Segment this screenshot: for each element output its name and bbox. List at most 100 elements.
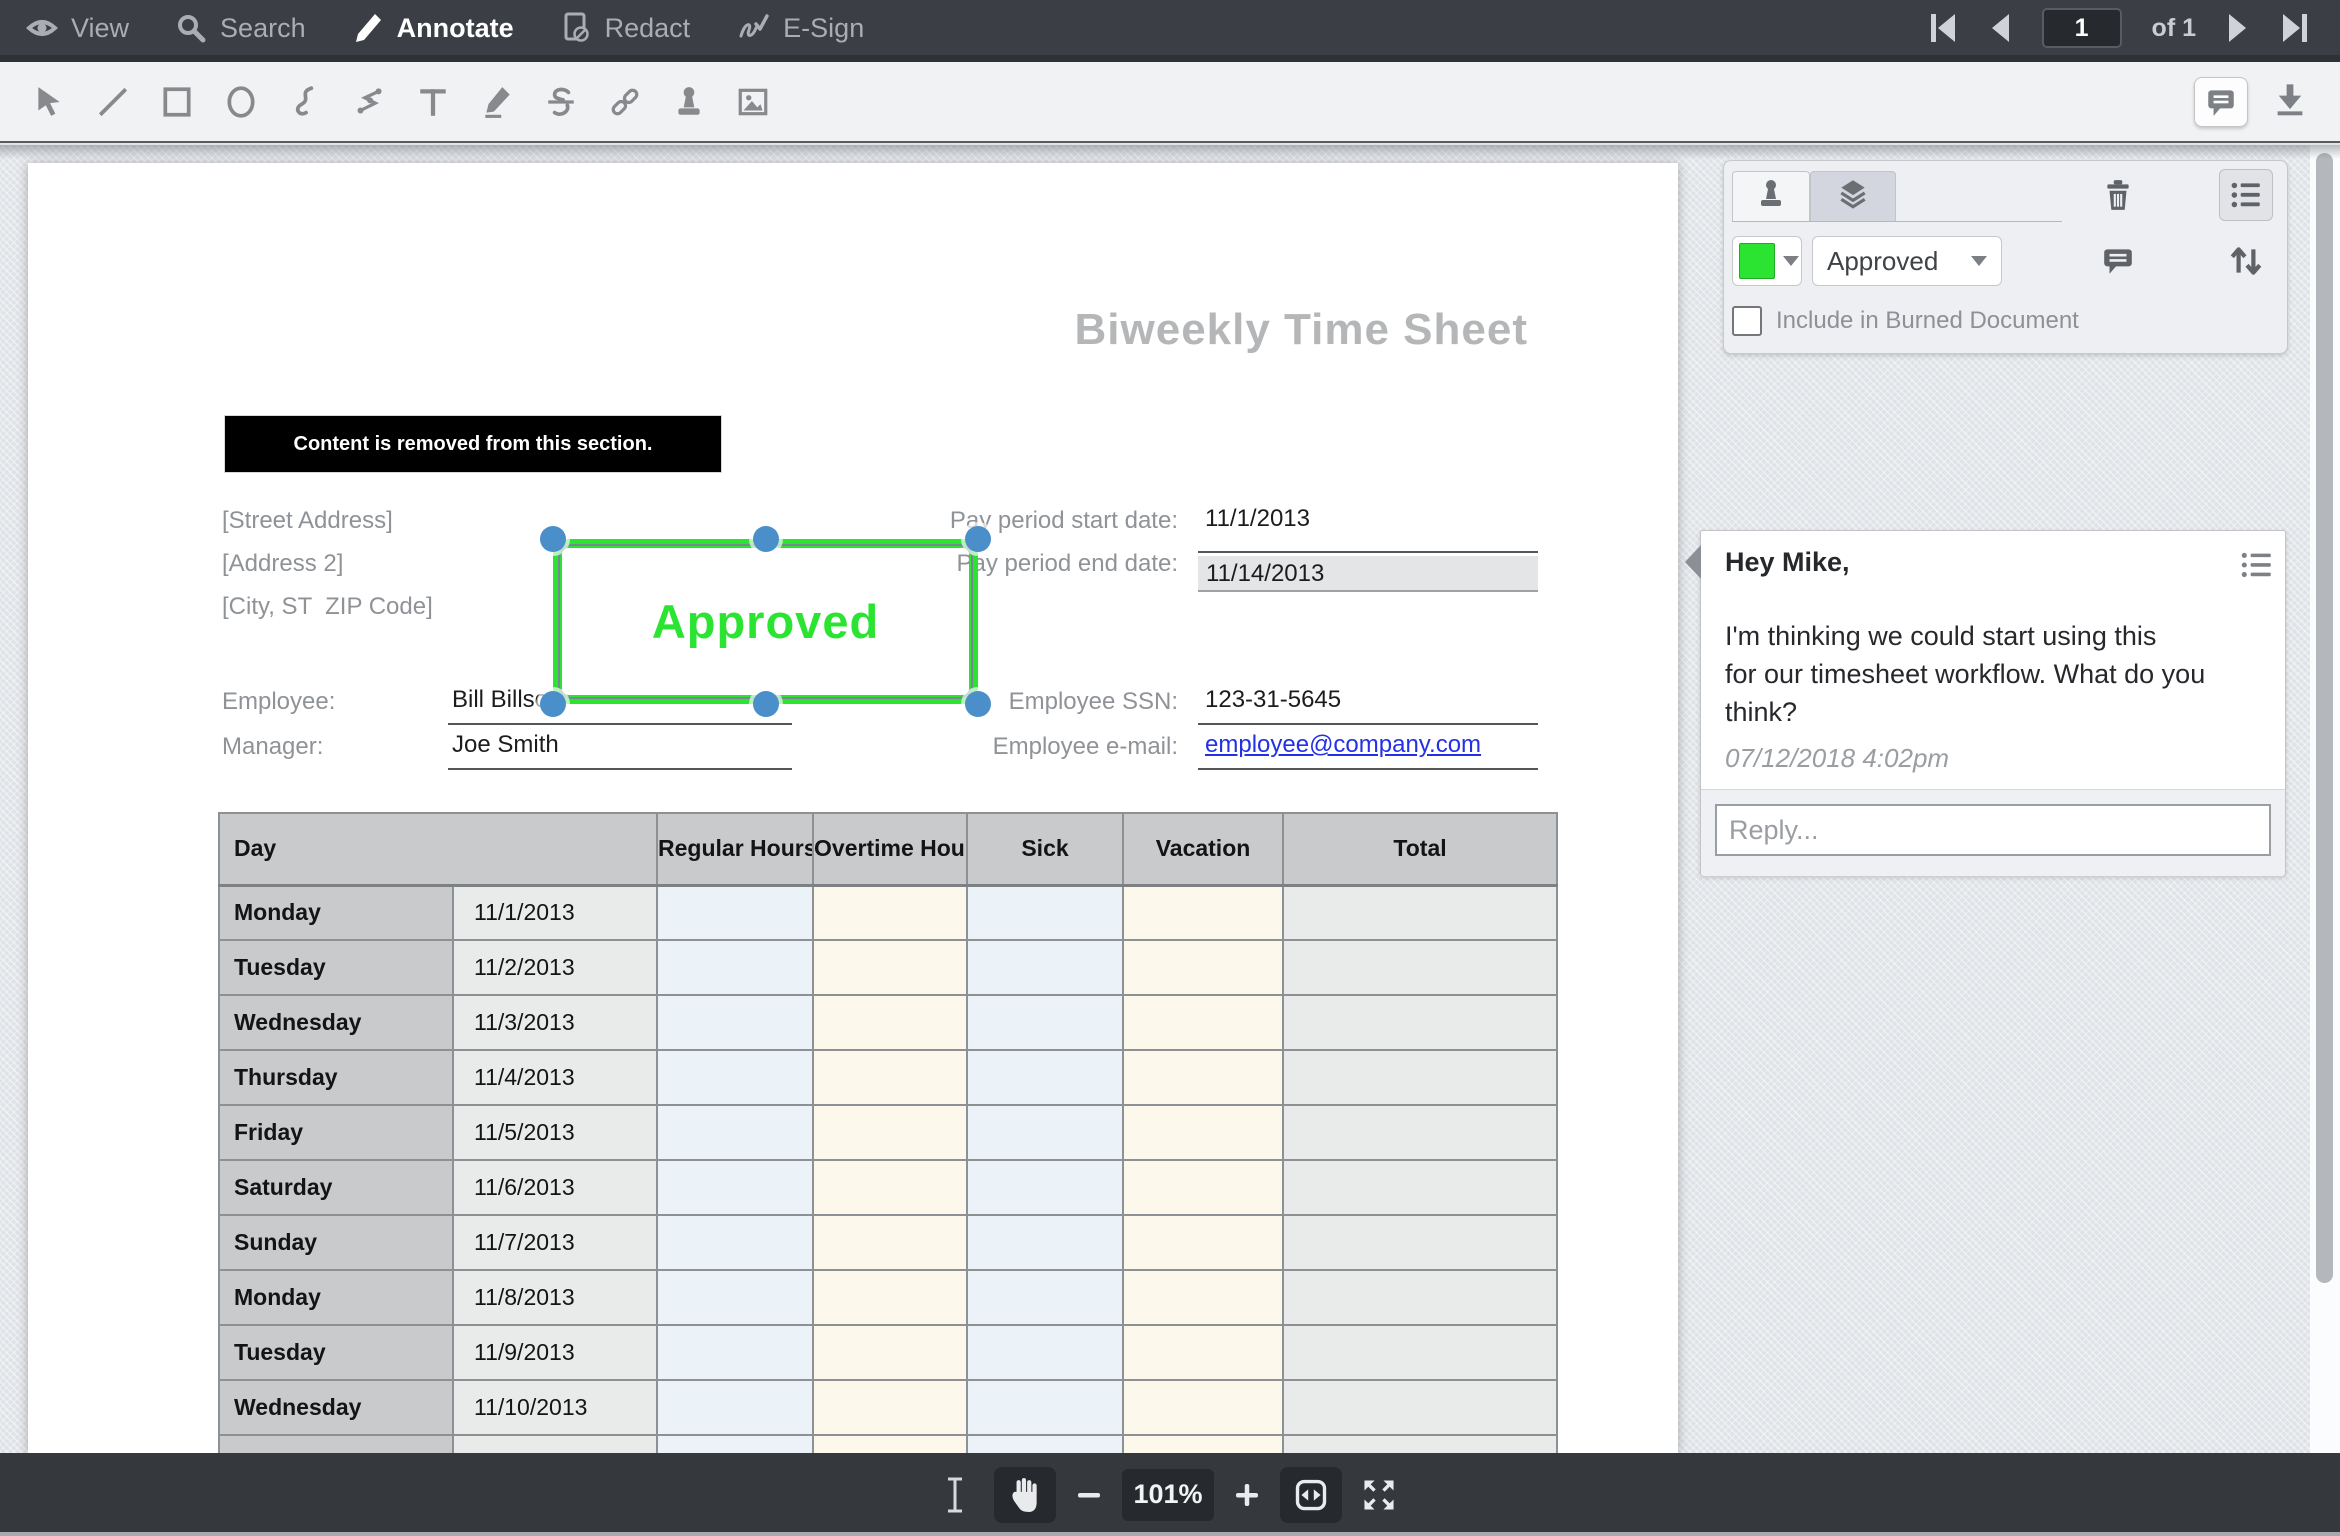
start-date-value: 11/1/2013 xyxy=(1205,505,1310,533)
strikeout-tool-icon[interactable] xyxy=(542,83,580,121)
ellipse-tool-icon[interactable] xyxy=(222,83,260,121)
include-in-burned-document-checkbox[interactable] xyxy=(1732,306,1762,336)
tab-stamp-style[interactable] xyxy=(1732,171,1810,221)
line-tool-icon[interactable] xyxy=(94,83,132,121)
pen-icon xyxy=(352,12,384,44)
manager-field-line xyxy=(448,768,792,770)
total-cell xyxy=(1283,995,1557,1050)
manager-label: Manager: xyxy=(222,733,323,761)
fullscreen-button[interactable] xyxy=(1360,1476,1398,1514)
regular-cell xyxy=(657,1105,813,1160)
approved-stamp-annotation[interactable]: Approved xyxy=(553,539,978,704)
table-header-row: Day Regular Hours Overtime Hours Sick Va… xyxy=(219,813,1557,885)
reply-input[interactable] xyxy=(1715,804,2271,856)
employee-value: Bill Billso xyxy=(452,686,548,714)
regular-cell xyxy=(657,1215,813,1270)
comment-menu-button[interactable] xyxy=(2239,549,2275,586)
fit-width-button[interactable] xyxy=(1280,1467,1342,1523)
delete-annotation-button[interactable] xyxy=(2096,173,2140,217)
pan-tool-button[interactable] xyxy=(994,1467,1056,1523)
resize-handle-top-left[interactable] xyxy=(540,526,566,552)
comment-body-line: I'm thinking we could start using this xyxy=(1725,617,2255,655)
image-tool-icon[interactable] xyxy=(734,83,772,121)
total-cell xyxy=(1283,885,1557,940)
tab-redact[interactable]: Redact xyxy=(560,12,691,44)
overtime-cell xyxy=(813,1215,967,1270)
overtime-cell xyxy=(813,885,967,940)
table-row: Friday11/5/2013 xyxy=(219,1105,1557,1160)
regular-cell xyxy=(657,885,813,940)
employee-field-line xyxy=(448,723,792,725)
ribbon-tabs: View Search Annotate Redact xyxy=(0,12,864,50)
overtime-cell xyxy=(813,1270,967,1325)
previous-page-button[interactable] xyxy=(1988,11,2012,45)
freehand-tool-icon[interactable] xyxy=(286,83,324,121)
vacation-cell xyxy=(1123,1270,1283,1325)
overtime-cell xyxy=(813,995,967,1050)
first-page-button[interactable] xyxy=(1928,11,1958,45)
regular-cell xyxy=(657,940,813,995)
link-tool-icon[interactable] xyxy=(606,83,644,121)
tab-redact-label: Redact xyxy=(605,13,691,44)
address2-placeholder: [Address 2] xyxy=(222,550,343,578)
sort-annotations-button[interactable] xyxy=(2222,239,2270,283)
total-cell xyxy=(1283,1050,1557,1105)
tab-esign[interactable]: E-Sign xyxy=(736,12,864,44)
tab-annotate[interactable]: Annotate xyxy=(352,12,514,44)
next-page-button[interactable] xyxy=(2226,11,2250,45)
date-cell: 11/11/2013 xyxy=(453,1435,657,1453)
day-cell: Monday xyxy=(219,1270,453,1325)
email-link[interactable]: employee@company.com xyxy=(1205,731,1481,759)
top-menu-bar: View Search Annotate Redact xyxy=(0,0,2340,62)
tab-view[interactable]: View xyxy=(26,12,129,44)
resize-handle-top-middle[interactable] xyxy=(753,526,779,552)
page-number-input[interactable] xyxy=(2042,8,2122,48)
last-page-button[interactable] xyxy=(2280,11,2310,45)
zoom-in-button[interactable] xyxy=(1232,1480,1262,1510)
vacation-cell xyxy=(1123,885,1283,940)
text-select-tool-button[interactable] xyxy=(942,1475,968,1515)
day-cell: Tuesday xyxy=(219,1325,453,1380)
resize-handle-bottom-middle[interactable] xyxy=(753,691,779,717)
polyline-tool-icon[interactable] xyxy=(350,83,388,121)
add-note-button[interactable] xyxy=(2096,241,2140,281)
day-cell: Wednesday xyxy=(219,995,453,1050)
resize-handle-top-right[interactable] xyxy=(965,526,991,552)
table-row: Thursday11/11/2013 xyxy=(219,1435,1557,1453)
zoom-out-button[interactable] xyxy=(1074,1480,1104,1510)
tab-layers[interactable] xyxy=(1810,171,1896,221)
notes-scrollbar-thumb[interactable] xyxy=(2316,153,2333,1283)
tab-esign-label: E-Sign xyxy=(783,13,864,44)
select-tool-icon[interactable] xyxy=(30,83,68,121)
resize-handle-bottom-right[interactable] xyxy=(965,691,991,717)
resize-handle-bottom-left[interactable] xyxy=(540,691,566,717)
end-date-field[interactable]: 11/14/2013 xyxy=(1198,556,1538,592)
rectangle-tool-icon[interactable] xyxy=(158,83,196,121)
total-cell xyxy=(1283,1380,1557,1435)
vacation-cell xyxy=(1123,1325,1283,1380)
download-icon[interactable] xyxy=(2272,81,2308,122)
stamp-type-dropdown[interactable]: Approved xyxy=(1812,236,2002,286)
email-label: Employee e-mail: xyxy=(878,733,1178,761)
zoom-level-display[interactable]: 101% xyxy=(1122,1469,1214,1521)
annotation-list-button[interactable] xyxy=(2219,169,2273,221)
sick-cell xyxy=(967,1325,1123,1380)
marker-tool-icon[interactable] xyxy=(478,83,516,121)
stamp-color-dropdown[interactable] xyxy=(1732,236,1802,286)
stamp-tool-icon[interactable] xyxy=(670,83,708,121)
vacation-cell xyxy=(1123,1215,1283,1270)
overtime-cell xyxy=(813,1050,967,1105)
total-cell xyxy=(1283,1160,1557,1215)
free-text-tool-icon[interactable] xyxy=(414,83,452,121)
vacation-cell xyxy=(1123,1105,1283,1160)
table-row: Tuesday11/9/2013 xyxy=(219,1325,1557,1380)
date-cell: 11/2/2013 xyxy=(453,940,657,995)
notes-scrollbar-track[interactable] xyxy=(2310,145,2340,1453)
comment-body: I'm thinking we could start using this f… xyxy=(1725,617,2255,731)
notes-panel-toggle-button[interactable] xyxy=(2194,77,2248,127)
tab-search[interactable]: Search xyxy=(175,12,306,44)
timesheet-table: Day Regular Hours Overtime Hours Sick Va… xyxy=(218,812,1558,1453)
regular-cell xyxy=(657,1270,813,1325)
redaction-annotation[interactable]: Content is removed from this section. xyxy=(224,415,722,473)
date-cell: 11/5/2013 xyxy=(453,1105,657,1160)
